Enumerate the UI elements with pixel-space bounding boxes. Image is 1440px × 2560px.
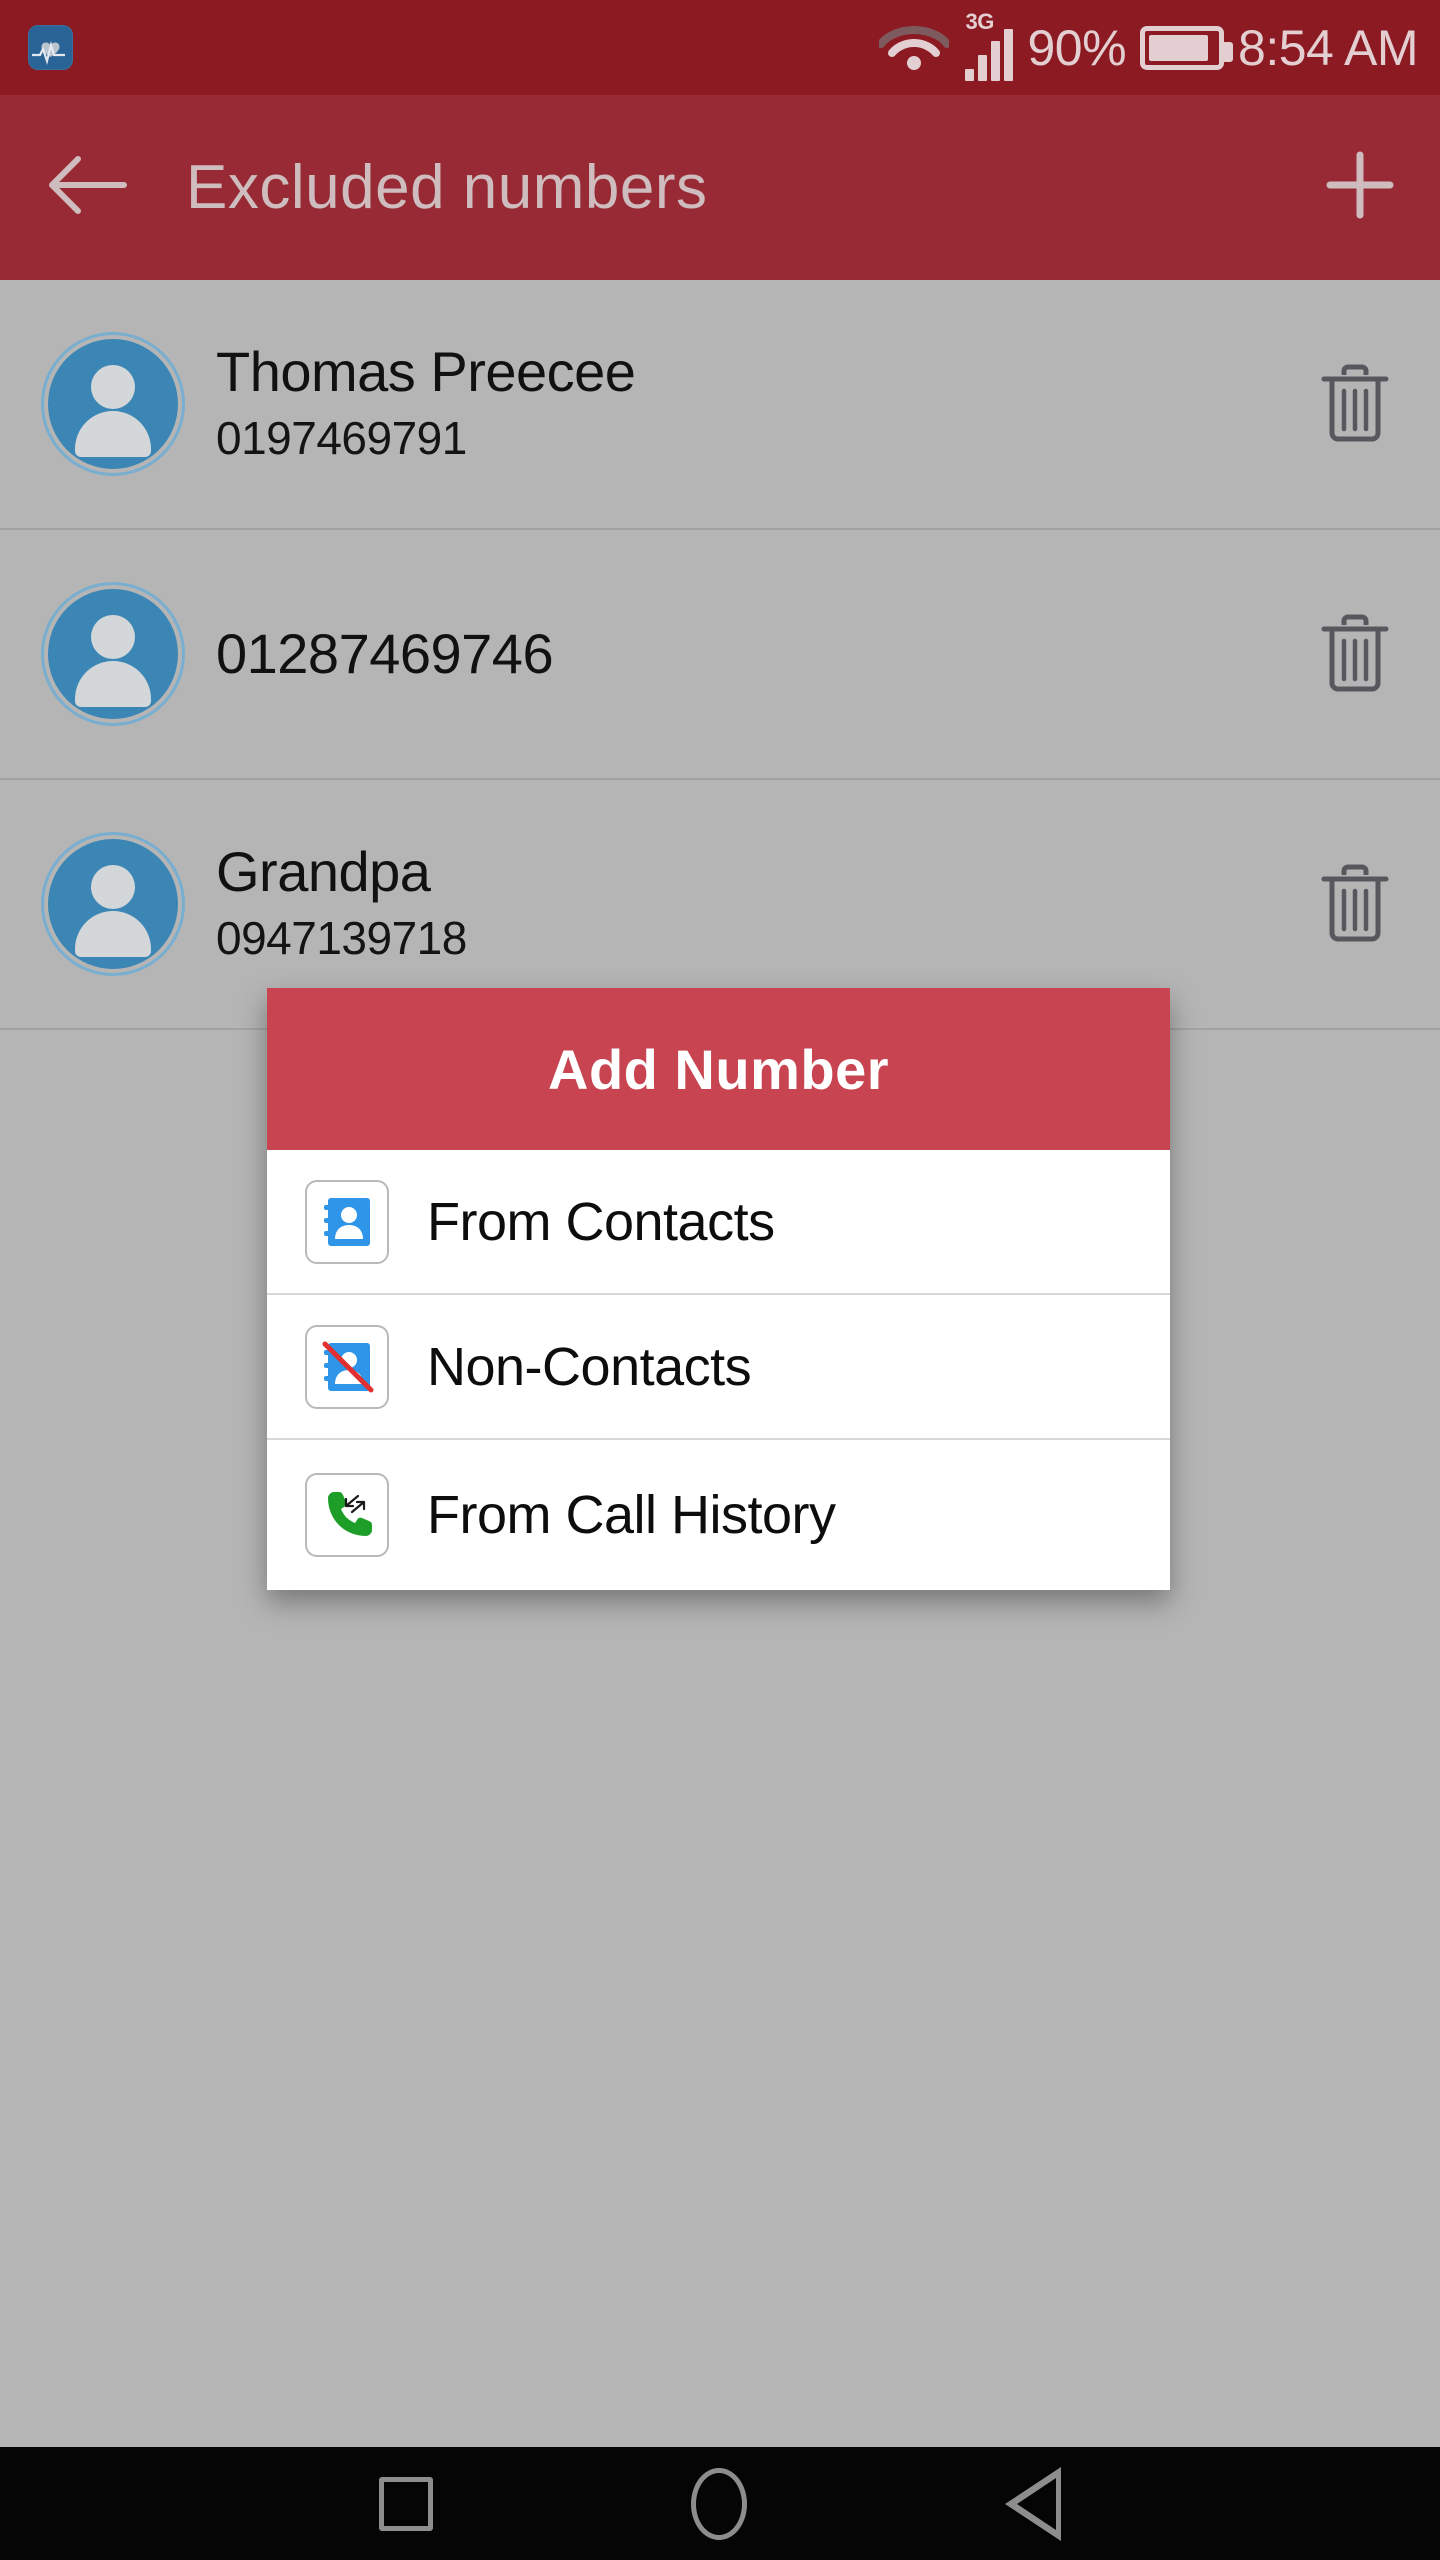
- menu-item-label: From Call History: [427, 1485, 836, 1545]
- dialog-scrim[interactable]: Add Number From Contacts Non-Contacts Fr…: [0, 0, 1440, 2560]
- menu-item-label: From Contacts: [427, 1191, 775, 1252]
- recents-square-icon[interactable]: [379, 2476, 433, 2531]
- dialog-title: Add Number: [548, 1037, 889, 1101]
- contacts-book-icon: [305, 1179, 389, 1264]
- menu-item-non-contacts[interactable]: Non-Contacts: [267, 1295, 1170, 1440]
- android-nav-bar: [0, 2447, 1440, 2560]
- back-triangle-icon[interactable]: [1005, 2466, 1061, 2541]
- menu-item-from-call-history[interactable]: From Call History: [267, 1440, 1170, 1590]
- dialog-header: Add Number: [267, 988, 1170, 1150]
- home-circle-icon[interactable]: [691, 2467, 747, 2540]
- menu-item-from-contacts[interactable]: From Contacts: [267, 1150, 1170, 1295]
- add-number-dialog: Add Number From Contacts Non-Contacts Fr…: [267, 988, 1170, 1590]
- menu-item-label: Non-Contacts: [427, 1336, 752, 1397]
- call-history-icon: [305, 1473, 389, 1557]
- contacts-book-blocked-icon: [305, 1324, 389, 1409]
